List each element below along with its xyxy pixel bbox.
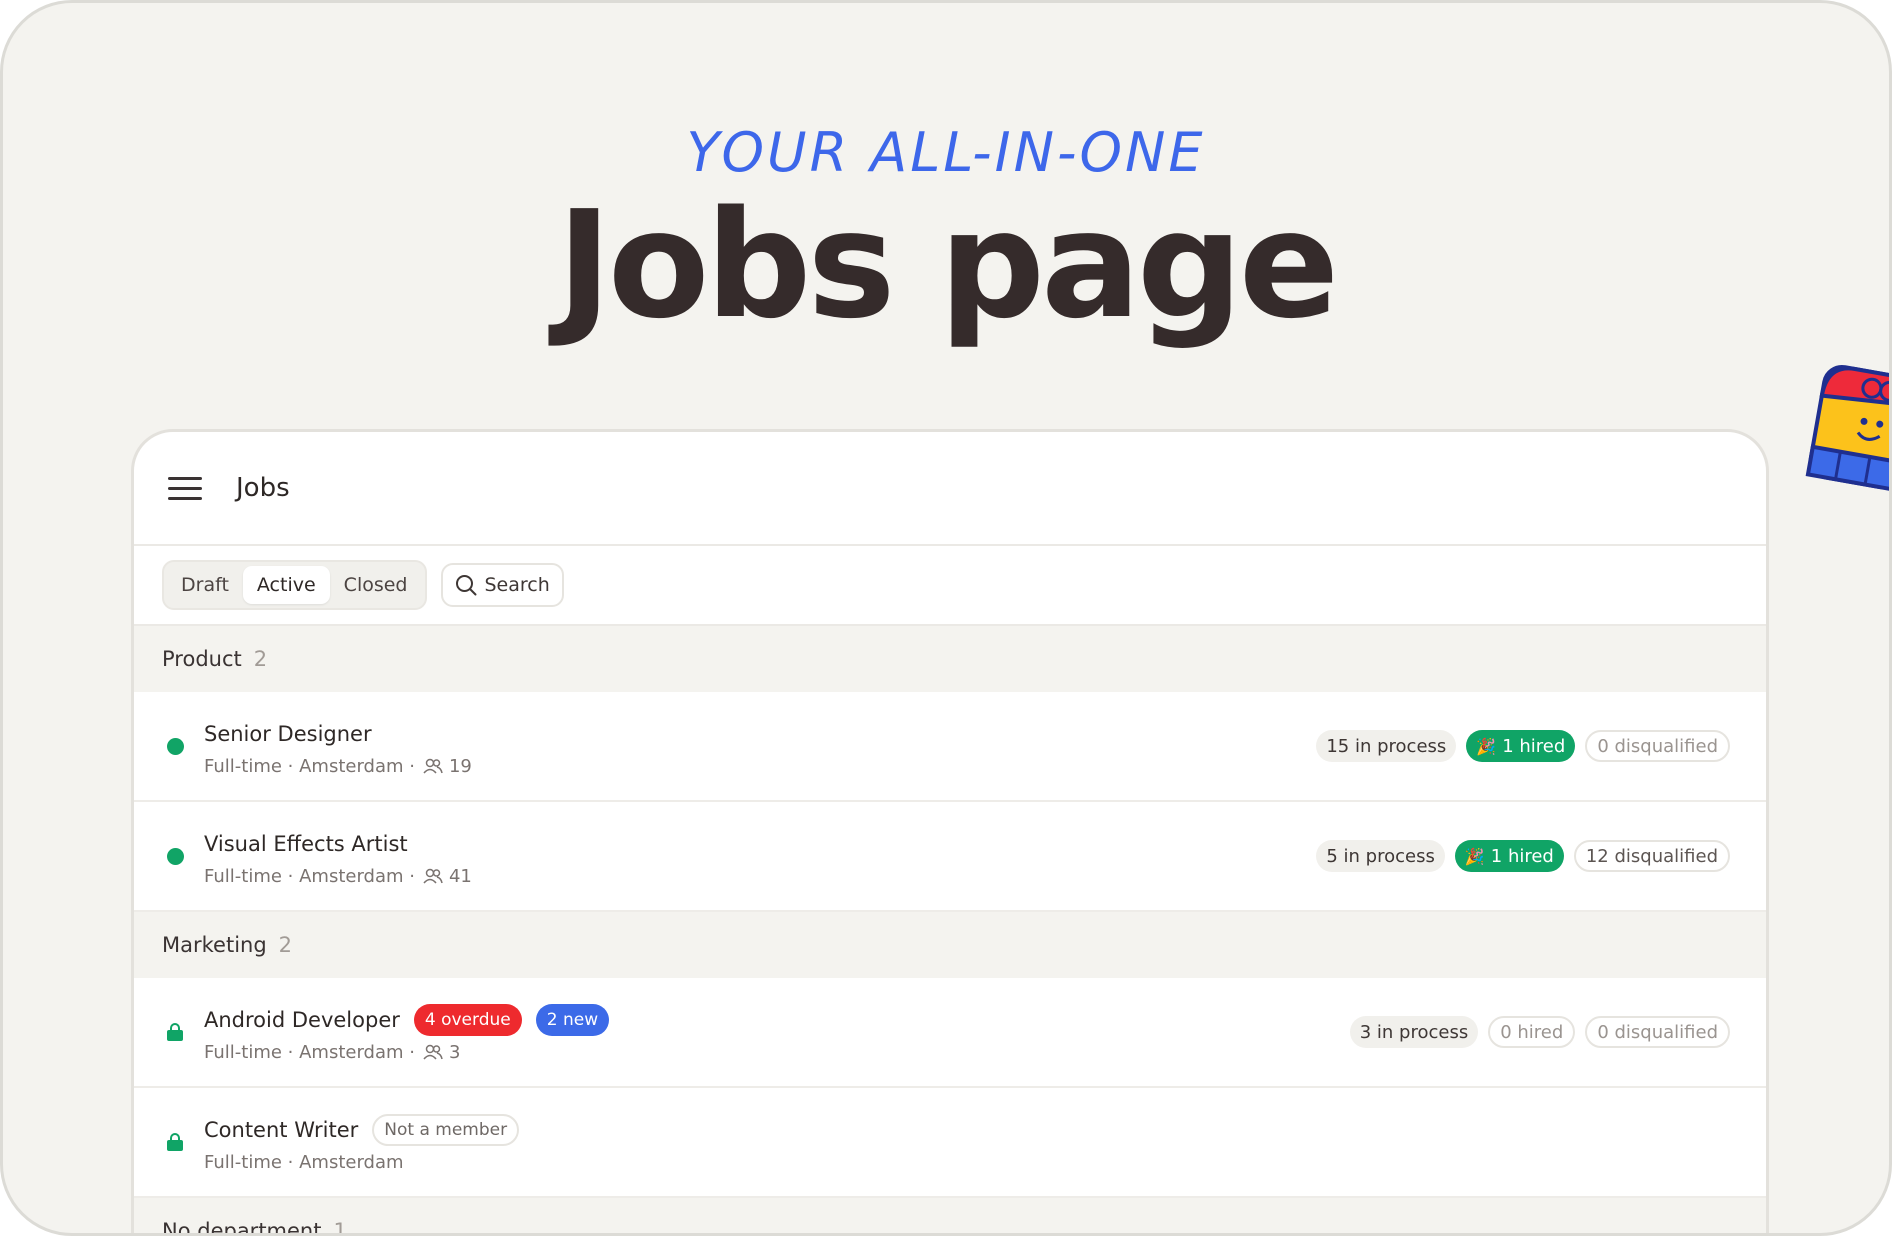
job-title[interactable]: Senior Designer xyxy=(204,722,372,746)
department-header-no-department[interactable]: No department 1 xyxy=(134,1198,1766,1236)
job-title[interactable]: Visual Effects Artist xyxy=(204,832,408,856)
page-frame: YOUR ALL-IN-ONE Jobs page Jobs Draft Act… xyxy=(0,0,1892,1236)
candidate-count: 3 xyxy=(448,1041,461,1063)
disqualified-badge[interactable]: 0 disqualified xyxy=(1585,1016,1730,1048)
department-name: Product xyxy=(162,647,242,671)
not-a-member-badge: Not a member xyxy=(372,1113,520,1146)
mascot-illustration-icon xyxy=(1805,364,1889,491)
hired-badge[interactable]: 🎉 1 hired xyxy=(1454,840,1564,872)
party-popper-icon: 🎉 xyxy=(1464,846,1485,866)
active-status-dot-icon xyxy=(166,847,184,865)
panel-header: Jobs xyxy=(134,432,1766,546)
hired-badge[interactable]: 🎉 1 hired xyxy=(1466,730,1576,762)
job-row-content-writer[interactable]: Content Writer Not a member Full-time · … xyxy=(134,1088,1766,1198)
candidates-icon xyxy=(423,868,443,884)
hamburger-menu-icon[interactable] xyxy=(168,470,202,507)
tab-draft[interactable]: Draft xyxy=(167,566,243,604)
department-count: 1 xyxy=(333,1219,347,1236)
department-count: 2 xyxy=(253,647,268,671)
page-title: Jobs xyxy=(236,473,290,503)
candidate-count: 19 xyxy=(448,755,472,777)
in-process-badge[interactable]: 15 in process xyxy=(1316,730,1457,762)
candidates-icon xyxy=(423,758,443,774)
jobs-panel: Jobs Draft Active Closed Search Product … xyxy=(131,429,1769,1236)
status-segmented-control: Draft Active Closed xyxy=(162,560,427,610)
department-name: Marketing xyxy=(162,933,267,957)
job-row-senior-designer[interactable]: Senior Designer Full-time · Amsterdam · … xyxy=(134,692,1766,802)
department-header-product[interactable]: Product 2 xyxy=(134,626,1766,692)
job-title[interactable]: Content Writer xyxy=(204,1118,358,1142)
tab-active[interactable]: Active xyxy=(242,566,330,604)
in-process-badge[interactable]: 3 in process xyxy=(1349,1016,1479,1048)
candidates-icon xyxy=(423,1044,443,1060)
department-header-marketing[interactable]: Marketing 2 xyxy=(134,912,1766,978)
hired-badge[interactable]: 0 hired xyxy=(1488,1016,1576,1048)
in-process-badge[interactable]: 5 in process xyxy=(1316,840,1445,872)
job-title[interactable]: Android Developer xyxy=(204,1008,400,1032)
disqualified-badge[interactable]: 12 disqualified xyxy=(1573,840,1730,872)
active-status-dot-icon xyxy=(166,737,184,755)
disqualified-badge[interactable]: 0 disqualified xyxy=(1585,730,1730,762)
job-row-android-developer[interactable]: Android Developer 4 overdue 2 new Full-t… xyxy=(134,978,1766,1088)
job-meta: Full-time · Amsterdam xyxy=(204,1151,404,1173)
toolbar: Draft Active Closed Search xyxy=(134,546,1766,626)
overdue-badge[interactable]: 4 overdue xyxy=(413,1003,522,1036)
job-meta: Full-time · Amsterdam · xyxy=(204,865,415,887)
job-meta: Full-time · Amsterdam · xyxy=(204,755,415,777)
tab-closed[interactable]: Closed xyxy=(330,566,422,604)
search-icon xyxy=(455,575,476,596)
party-popper-icon: 🎉 xyxy=(1476,736,1497,756)
search-label: Search xyxy=(484,574,550,596)
candidate-count: 41 xyxy=(448,865,472,887)
lock-icon xyxy=(166,1133,184,1151)
search-button[interactable]: Search xyxy=(440,563,564,607)
new-candidates-badge[interactable]: 2 new xyxy=(535,1003,610,1036)
hero-title: Jobs page xyxy=(556,179,1339,351)
job-row-visual-effects-artist[interactable]: Visual Effects Artist Full-time · Amster… xyxy=(134,802,1766,912)
lock-icon xyxy=(166,1023,184,1041)
department-name: No department xyxy=(162,1219,322,1236)
hero-kicker: YOUR ALL-IN-ONE xyxy=(686,121,1206,184)
job-meta: Full-time · Amsterdam · xyxy=(204,1041,415,1063)
department-count: 2 xyxy=(278,933,293,957)
